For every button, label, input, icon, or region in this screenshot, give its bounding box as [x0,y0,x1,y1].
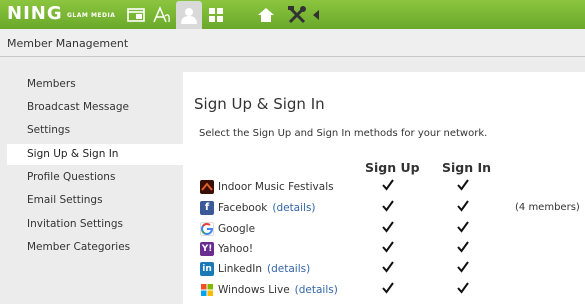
provider-name: Facebook (details) [218,202,316,214]
sign-in-checkbox[interactable] [457,179,469,191]
top-bar: NING GLAM MEDIA [0,0,585,29]
sidebar-item-profile-questions[interactable]: Profile Questions [27,171,115,183]
provider-row-yahoo: Y! Yahoo! [200,241,585,259]
provider-row-windows-live: Windows Live (details) [200,282,585,300]
sidebar-item-members[interactable]: Members [27,78,76,90]
logo-subtitle: GLAM MEDIA [67,12,116,19]
provider-name: Google [218,223,256,235]
yahoo-icon: Y! [200,242,214,256]
column-header-sign-up: Sign Up [365,160,420,175]
section-header: Member Management [0,29,585,57]
sidebar-item-sign-up-sign-in[interactable]: Sign Up & Sign In [27,148,118,160]
sign-up-checkbox[interactable] [382,261,394,273]
linkedin-icon: in [200,262,214,276]
provider-name: Indoor Music Festivals [218,181,334,193]
sign-up-checkbox[interactable] [382,179,394,191]
provider-name-text: Facebook [218,202,268,214]
google-icon [200,222,214,236]
page-title: Member Management [7,37,129,50]
window-icon[interactable] [123,2,149,27]
collapse-arrow-icon[interactable] [309,2,323,27]
sign-in-checkbox[interactable] [457,241,469,253]
ning-logo[interactable]: NING [7,3,63,24]
sidebar-item-broadcast-message[interactable]: Broadcast Message [27,101,129,113]
section-description: Select the Sign Up and Sign In methods f… [199,128,488,139]
provider-name-text: LinkedIn [218,263,263,275]
sign-in-checkbox[interactable] [457,221,469,233]
column-header-sign-in: Sign In [442,160,492,175]
main-panel: Sign Up & Sign In Select the Sign Up and… [183,72,585,304]
sidebar-item-invitation-settings[interactable]: Invitation Settings [27,218,123,230]
sign-in-checkbox[interactable] [457,200,469,212]
sidebar-item-settings[interactable]: Settings [27,124,70,136]
sidebar-item-email-settings[interactable]: Email Settings [27,194,103,206]
tools-icon[interactable] [284,2,310,27]
details-link[interactable]: (details) [267,263,310,275]
provider-row-linkedin: in LinkedIn (details) [200,261,585,279]
provider-row-network: Indoor Music Festivals [200,179,585,197]
provider-name: Yahoo! [218,243,254,255]
provider-row-google: Google [200,221,585,239]
home-icon[interactable] [253,2,279,27]
sign-in-checkbox[interactable] [457,261,469,273]
grid-icon[interactable] [203,2,229,27]
network-icon [200,180,214,194]
sign-in-checkbox[interactable] [457,282,469,294]
sign-up-checkbox[interactable] [382,282,394,294]
provider-row-facebook: f Facebook (details) (4 members) [200,200,585,218]
facebook-icon: f [200,201,214,215]
sign-up-checkbox[interactable] [382,241,394,253]
sign-up-checkbox[interactable] [382,200,394,212]
person-icon[interactable] [176,1,202,29]
sign-up-checkbox[interactable] [382,221,394,233]
windows-live-icon [200,283,214,297]
member-count: (4 members) [515,202,580,213]
details-link[interactable]: (details) [272,202,315,214]
text-style-icon[interactable] [149,2,175,27]
details-link[interactable]: (details) [295,284,338,296]
provider-name: LinkedIn (details) [218,263,310,275]
sidebar-item-member-categories[interactable]: Member Categories [27,241,130,253]
provider-name: Windows Live (details) [218,284,338,296]
provider-name-text: Windows Live [218,284,290,296]
section-title: Sign Up & Sign In [194,95,325,113]
